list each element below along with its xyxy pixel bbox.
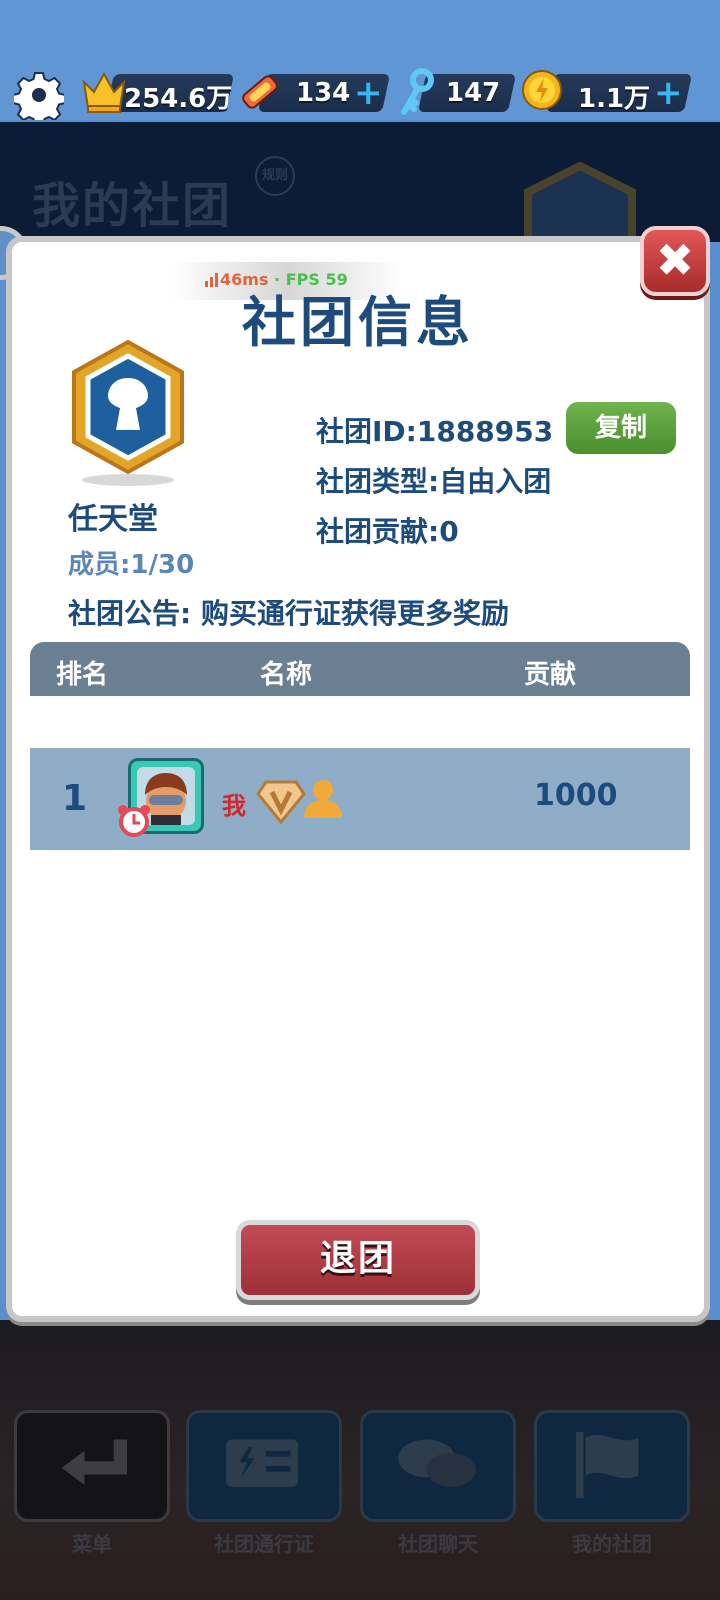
flag-icon (576, 1431, 639, 1499)
quit-club-button[interactable]: 退团 (236, 1220, 480, 1300)
member-rank: 1 (62, 778, 88, 819)
club-type: 社团类型:自由入团 (316, 465, 552, 498)
background-header-band: 我的社团 规则 (0, 122, 720, 242)
alarm-clock-icon (118, 805, 150, 837)
club-member-count: 成员:1/30 (68, 550, 195, 580)
nav-club-pass-label: 社团通行证 (214, 1532, 314, 1556)
header-name: 名称 (260, 660, 313, 690)
ticket-icon (242, 75, 278, 109)
member-name: 我 (222, 792, 246, 820)
key-value: 147 (446, 78, 501, 108)
member-contribution: 1000 (534, 778, 618, 813)
crown-value: 254.6万 (124, 84, 233, 114)
crown-icon (82, 71, 126, 113)
pass-card-icon (226, 1439, 299, 1487)
member-table-header: 排名 名称 贡献 (30, 642, 690, 696)
return-icon (61, 1439, 128, 1485)
club-id: 社团ID:1888953 (316, 415, 554, 448)
chat-bubbles-icon (398, 1439, 476, 1487)
vip-diamond-icon (256, 780, 306, 824)
header-contribution: 贡献 (524, 660, 577, 690)
club-info-dialog: 46ms · FPS 59 社团信息 ✖ 任天堂 成员:1/30 社团ID:18… (6, 226, 710, 1322)
nav-club-chat-button[interactable] (360, 1410, 516, 1522)
add-ticket-button[interactable]: + (354, 76, 383, 110)
coin-value: 1.1万 (578, 84, 651, 114)
nav-club-chat-label: 社团聊天 (398, 1532, 478, 1556)
key-icon (401, 68, 434, 115)
add-coin-button[interactable]: + (654, 76, 683, 110)
ticket-value: 134 (296, 78, 351, 108)
club-contribution: 社团贡献:0 (316, 515, 459, 548)
nav-my-club-label: 我的社团 (572, 1532, 652, 1556)
nav-club-pass-button[interactable] (186, 1410, 342, 1522)
nav-menu-label: 菜单 (72, 1532, 112, 1556)
coin-icon (522, 70, 562, 110)
background-title: 我的社团 (32, 178, 233, 234)
header-rank: 排名 (56, 660, 109, 690)
nav-menu-button[interactable] (14, 1410, 170, 1522)
club-notice: 社团公告: 购买通行证获得更多奖励 (68, 597, 509, 630)
club-emblem-icon (72, 339, 184, 486)
club-emblem-background-icon (524, 162, 636, 242)
close-button[interactable]: ✖ (640, 226, 710, 296)
nav-my-club-button[interactable] (534, 1410, 690, 1522)
quit-club-label: 退团 (319, 1238, 396, 1279)
close-icon: ✖ (655, 233, 695, 287)
club-name: 任天堂 (68, 502, 158, 537)
background-rule-badge: 规则 (255, 156, 295, 196)
person-icon (304, 780, 342, 818)
resource-bar: 254.6万 134 + 147 1.1万 + (0, 62, 720, 124)
gear-icon[interactable] (14, 70, 64, 120)
copy-id-button[interactable]: 复制 (566, 402, 676, 454)
table-row[interactable]: 1 我 1000 (30, 748, 690, 850)
